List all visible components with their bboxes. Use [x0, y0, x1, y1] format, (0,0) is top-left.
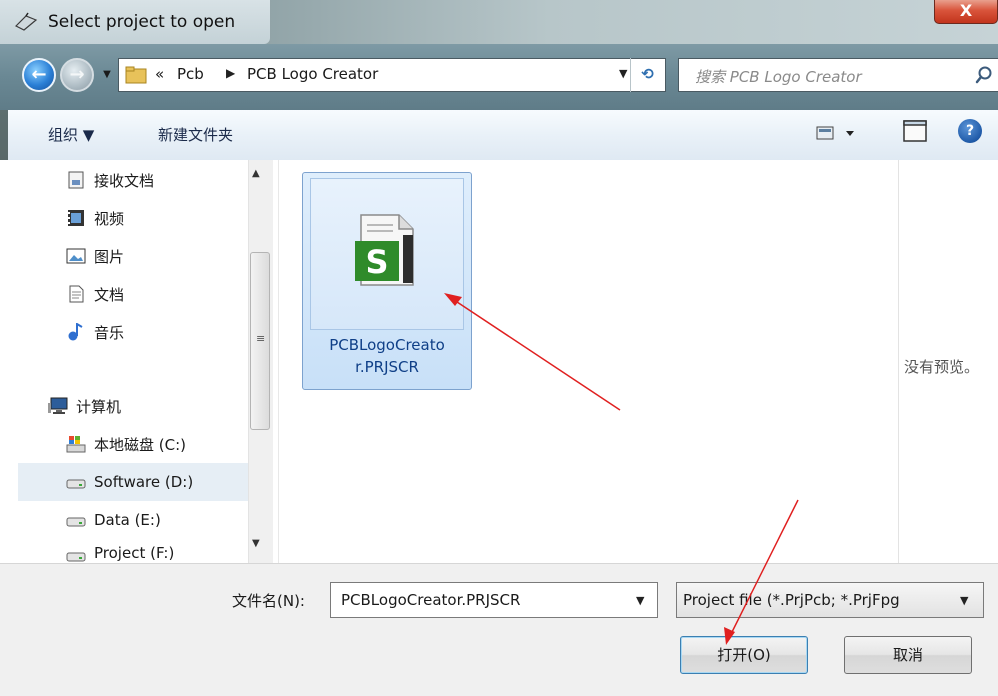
script-project-icon: S: [355, 214, 414, 286]
sidebar-item-pictures[interactable]: 图片: [66, 238, 124, 274]
close-button[interactable]: X: [934, 0, 998, 24]
sidebar-item-drive-c[interactable]: 本地磁盘 (C:): [66, 426, 186, 462]
document-inbox-icon: [68, 171, 84, 189]
search-input[interactable]: 搜索 PCB Logo Creator: [695, 66, 862, 87]
recent-locations-button[interactable]: ▼: [99, 68, 115, 82]
window-title: Select project to open: [48, 12, 236, 32]
scroll-grip-icon: ≡: [256, 332, 266, 345]
folder-icon: [125, 66, 147, 84]
sidebar-item-music[interactable]: 音乐: [66, 314, 124, 350]
file-thumbnail[interactable]: S: [310, 178, 464, 330]
drive-icon: [66, 479, 86, 489]
forward-button[interactable]: →: [60, 58, 94, 92]
document-icon: [69, 285, 84, 303]
drive-icon: [66, 517, 86, 527]
video-icon: [68, 210, 84, 226]
no-preview-text: 没有预览。: [904, 358, 980, 376]
filename-input[interactable]: PCBLogoCreator.PRJSCR: [330, 582, 658, 618]
filetype-select[interactable]: Project file (*.PrjPcb; *.PrjFpg: [676, 582, 984, 618]
window-app-icon: [14, 12, 38, 31]
scroll-up-icon[interactable]: ▲: [252, 168, 260, 179]
sidebar-item-drive-f[interactable]: Project (F:): [66, 540, 174, 563]
svg-text:S: S: [365, 243, 388, 281]
breadcrumb-separator-icon[interactable]: ▶: [226, 66, 235, 80]
address-dropdown-icon[interactable]: ▼: [619, 67, 627, 80]
open-button[interactable]: 打开(O): [680, 636, 808, 674]
file-name-label: PCBLogoCreato r.PRJSCR: [329, 336, 445, 376]
search-icon[interactable]: [975, 65, 993, 85]
back-button[interactable]: ←: [22, 58, 56, 92]
preview-pane-toggle-icon[interactable]: [902, 119, 928, 143]
scroll-down-icon[interactable]: ▼: [252, 538, 260, 549]
sidebar-item-computer[interactable]: 计算机: [48, 388, 121, 424]
address-bar[interactable]: « Pcb ▶ PCB Logo Creator ▼: [118, 58, 666, 92]
refresh-button[interactable]: ⟲: [630, 58, 664, 92]
sidebar-item-received-docs[interactable]: 接收文档: [66, 162, 154, 198]
picture-icon: [66, 248, 86, 264]
new-folder-button[interactable]: 新建文件夹: [158, 124, 233, 145]
organize-button[interactable]: 组织 ▼: [48, 124, 94, 145]
music-icon: [68, 323, 83, 341]
cancel-button[interactable]: 取消: [844, 636, 972, 674]
windows-drive-icon: [66, 436, 86, 453]
drive-icon: [66, 552, 86, 562]
sidebar-item-drive-e[interactable]: Data (E:): [66, 502, 161, 538]
filetype-dropdown-icon[interactable]: ▼: [960, 594, 968, 607]
breadcrumb-item-pcb[interactable]: Pcb: [177, 65, 204, 83]
view-icon: [816, 126, 854, 140]
computer-icon: [48, 397, 68, 414]
breadcrumb-item-pcb-logo-creator[interactable]: PCB Logo Creator: [247, 65, 378, 83]
sidebar-item-documents[interactable]: 文档: [66, 276, 124, 312]
sidebar-item-videos[interactable]: 视频: [66, 200, 124, 236]
sidebar-item-drive-d[interactable]: Software (D:): [66, 464, 193, 500]
search-box[interactable]: 搜索 PCB Logo Creator: [678, 58, 998, 92]
change-view-button[interactable]: [816, 122, 860, 144]
breadcrumb-overflow-chevron[interactable]: «: [155, 65, 164, 83]
filename-dropdown-icon[interactable]: ▼: [636, 594, 644, 607]
help-button[interactable]: ?: [958, 119, 982, 143]
filename-label: 文件名(N):: [232, 592, 305, 610]
